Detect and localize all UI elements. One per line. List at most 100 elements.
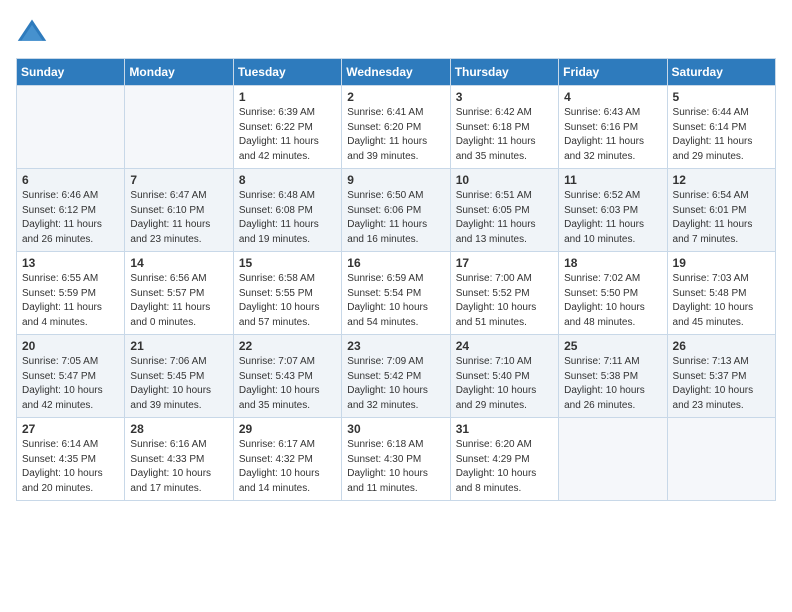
day-info: Sunrise: 6:44 AM Sunset: 6:14 PM Dayligh… [673, 106, 770, 164]
calendar-cell: 21 Sunrise: 7:06 AM Sunset: 5:45 PM Dayli… [125, 335, 233, 418]
calendar-cell: 20 Sunrise: 7:05 AM Sunset: 5:47 PM Dayli… [17, 335, 125, 418]
day-info: Sunrise: 6:55 AM Sunset: 5:59 PM Dayligh… [22, 272, 119, 330]
day-number: 16 [347, 256, 444, 270]
calendar-cell: 26 Sunrise: 7:13 AM Sunset: 5:37 PM Dayli… [667, 335, 775, 418]
day-info: Sunrise: 7:13 AM Sunset: 5:37 PM Dayligh… [673, 355, 770, 413]
calendar-cell: 18Sunrise: 7:02 AM Sunset: 5:50 PM Dayli… [559, 252, 667, 335]
calendar-cell: 29 Sunrise: 6:17 AM Sunset: 4:32 PM Dayli… [233, 418, 341, 501]
calendar-week-row: 6 Sunrise: 6:46 AM Sunset: 6:12 PM Daylig… [17, 169, 776, 252]
calendar-cell: 3 Sunrise: 6:42 AM Sunset: 6:18 PM Daylig… [450, 86, 558, 169]
calendar-week-row: 27 Sunrise: 6:14 AM Sunset: 4:35 PM Dayli… [17, 418, 776, 501]
calendar-week-row: 20 Sunrise: 7:05 AM Sunset: 5:47 PM Dayli… [17, 335, 776, 418]
calendar-cell: 31Sunrise: 6:20 AM Sunset: 4:29 PM Dayli… [450, 418, 558, 501]
calendar-cell: 14 Sunrise: 6:56 AM Sunset: 5:57 PM Dayli… [125, 252, 233, 335]
day-info: Sunrise: 6:39 AM Sunset: 6:22 PM Dayligh… [239, 106, 336, 164]
day-info: Sunrise: 7:05 AM Sunset: 5:47 PM Dayligh… [22, 355, 119, 413]
day-number: 23 [347, 339, 444, 353]
calendar-cell: 11 Sunrise: 6:52 AM Sunset: 6:03 PM Dayli… [559, 169, 667, 252]
calendar-cell: 22Sunrise: 7:07 AM Sunset: 5:43 PM Dayli… [233, 335, 341, 418]
day-info: Sunrise: 6:52 AM Sunset: 6:03 PM Dayligh… [564, 189, 661, 247]
day-number: 4 [564, 90, 661, 104]
calendar-cell: 28Sunrise: 6:16 AM Sunset: 4:33 PM Dayli… [125, 418, 233, 501]
day-number: 12 [673, 173, 770, 187]
day-info: Sunrise: 6:51 AM Sunset: 6:05 PM Dayligh… [456, 189, 553, 247]
logo [16, 16, 52, 48]
calendar-cell: 5 Sunrise: 6:44 AM Sunset: 6:14 PM Daylig… [667, 86, 775, 169]
calendar-cell: 8Sunrise: 6:48 AM Sunset: 6:08 PM Daylig… [233, 169, 341, 252]
calendar-cell [559, 418, 667, 501]
calendar-cell: 6 Sunrise: 6:46 AM Sunset: 6:12 PM Daylig… [17, 169, 125, 252]
day-info: Sunrise: 6:59 AM Sunset: 5:54 PM Dayligh… [347, 272, 444, 330]
calendar-cell: 16 Sunrise: 6:59 AM Sunset: 5:54 PM Dayli… [342, 252, 450, 335]
column-header-thursday: Thursday [450, 59, 558, 86]
logo-icon [16, 16, 48, 48]
day-number: 29 [239, 422, 336, 436]
calendar-cell: 1 Sunrise: 6:39 AM Sunset: 6:22 PM Daylig… [233, 86, 341, 169]
column-header-wednesday: Wednesday [342, 59, 450, 86]
calendar-cell: 15 Sunrise: 6:58 AM Sunset: 5:55 PM Dayli… [233, 252, 341, 335]
calendar-cell: 19 Sunrise: 7:03 AM Sunset: 5:48 PM Dayli… [667, 252, 775, 335]
day-number: 5 [673, 90, 770, 104]
day-number: 7 [130, 173, 227, 187]
day-info: Sunrise: 6:42 AM Sunset: 6:18 PM Dayligh… [456, 106, 553, 164]
day-info: Sunrise: 7:00 AM Sunset: 5:52 PM Dayligh… [456, 272, 553, 330]
day-info: Sunrise: 6:17 AM Sunset: 4:32 PM Dayligh… [239, 438, 336, 496]
day-info: Sunrise: 6:47 AM Sunset: 6:10 PM Dayligh… [130, 189, 227, 247]
calendar-cell: 2Sunrise: 6:41 AM Sunset: 6:20 PM Daylig… [342, 86, 450, 169]
calendar-cell: 4 Sunrise: 6:43 AM Sunset: 6:16 PM Daylig… [559, 86, 667, 169]
day-info: Sunrise: 7:03 AM Sunset: 5:48 PM Dayligh… [673, 272, 770, 330]
day-number: 3 [456, 90, 553, 104]
calendar-cell: 27 Sunrise: 6:14 AM Sunset: 4:35 PM Dayli… [17, 418, 125, 501]
calendar-cell: 7 Sunrise: 6:47 AM Sunset: 6:10 PM Daylig… [125, 169, 233, 252]
day-number: 20 [22, 339, 119, 353]
day-number: 19 [673, 256, 770, 270]
calendar-cell: 30Sunrise: 6:18 AM Sunset: 4:30 PM Dayli… [342, 418, 450, 501]
column-header-sunday: Sunday [17, 59, 125, 86]
day-info: Sunrise: 6:58 AM Sunset: 5:55 PM Dayligh… [239, 272, 336, 330]
day-info: Sunrise: 6:48 AM Sunset: 6:08 PM Dayligh… [239, 189, 336, 247]
day-info: Sunrise: 6:46 AM Sunset: 6:12 PM Dayligh… [22, 189, 119, 247]
day-number: 11 [564, 173, 661, 187]
day-info: Sunrise: 7:09 AM Sunset: 5:42 PM Dayligh… [347, 355, 444, 413]
day-number: 25 [564, 339, 661, 353]
calendar-cell: 17 Sunrise: 7:00 AM Sunset: 5:52 PM Dayli… [450, 252, 558, 335]
day-number: 6 [22, 173, 119, 187]
day-number: 24 [456, 339, 553, 353]
day-number: 22 [239, 339, 336, 353]
page-header [16, 16, 776, 48]
calendar-cell: 23 Sunrise: 7:09 AM Sunset: 5:42 PM Dayli… [342, 335, 450, 418]
column-header-friday: Friday [559, 59, 667, 86]
day-info: Sunrise: 6:18 AM Sunset: 4:30 PM Dayligh… [347, 438, 444, 496]
calendar-cell [667, 418, 775, 501]
calendar-cell [17, 86, 125, 169]
calendar-cell: 24Sunrise: 7:10 AM Sunset: 5:40 PM Dayli… [450, 335, 558, 418]
day-info: Sunrise: 6:54 AM Sunset: 6:01 PM Dayligh… [673, 189, 770, 247]
day-info: Sunrise: 7:11 AM Sunset: 5:38 PM Dayligh… [564, 355, 661, 413]
day-number: 28 [130, 422, 227, 436]
day-number: 27 [22, 422, 119, 436]
calendar-table: SundayMondayTuesdayWednesdayThursdayFrid… [16, 58, 776, 501]
day-number: 21 [130, 339, 227, 353]
day-number: 9 [347, 173, 444, 187]
calendar-cell: 10 Sunrise: 6:51 AM Sunset: 6:05 PM Dayli… [450, 169, 558, 252]
day-info: Sunrise: 6:14 AM Sunset: 4:35 PM Dayligh… [22, 438, 119, 496]
day-info: Sunrise: 6:50 AM Sunset: 6:06 PM Dayligh… [347, 189, 444, 247]
day-number: 18 [564, 256, 661, 270]
day-number: 15 [239, 256, 336, 270]
day-info: Sunrise: 6:56 AM Sunset: 5:57 PM Dayligh… [130, 272, 227, 330]
calendar-cell: 12 Sunrise: 6:54 AM Sunset: 6:01 PM Dayli… [667, 169, 775, 252]
day-number: 17 [456, 256, 553, 270]
calendar-cell [125, 86, 233, 169]
day-info: Sunrise: 7:06 AM Sunset: 5:45 PM Dayligh… [130, 355, 227, 413]
column-header-monday: Monday [125, 59, 233, 86]
day-number: 26 [673, 339, 770, 353]
day-number: 10 [456, 173, 553, 187]
day-number: 14 [130, 256, 227, 270]
day-info: Sunrise: 6:43 AM Sunset: 6:16 PM Dayligh… [564, 106, 661, 164]
calendar-header-row: SundayMondayTuesdayWednesdayThursdayFrid… [17, 59, 776, 86]
calendar-cell: 25 Sunrise: 7:11 AM Sunset: 5:38 PM Dayli… [559, 335, 667, 418]
column-header-tuesday: Tuesday [233, 59, 341, 86]
day-number: 1 [239, 90, 336, 104]
column-header-saturday: Saturday [667, 59, 775, 86]
calendar-week-row: 1 Sunrise: 6:39 AM Sunset: 6:22 PM Daylig… [17, 86, 776, 169]
